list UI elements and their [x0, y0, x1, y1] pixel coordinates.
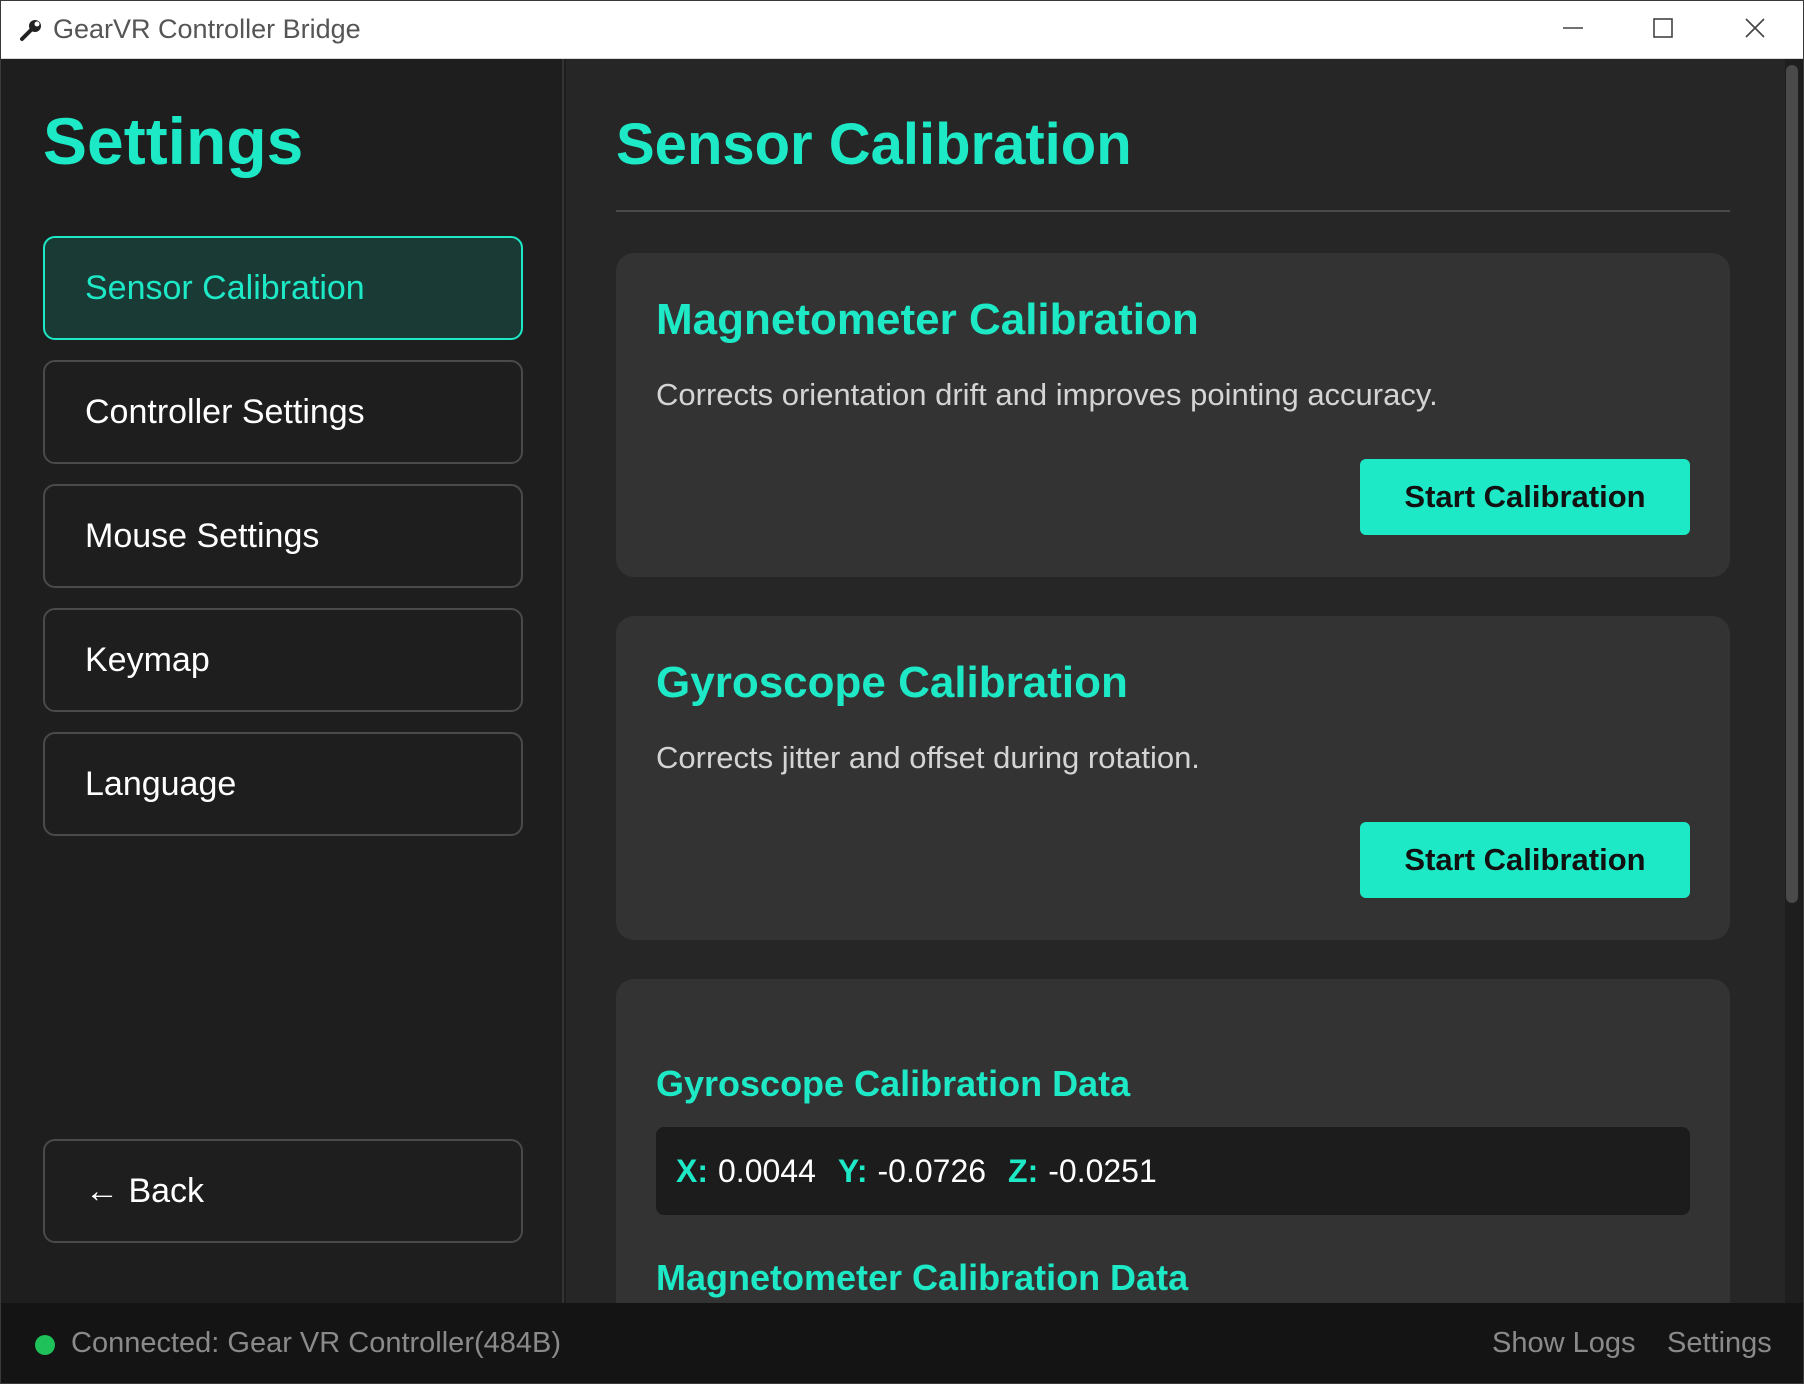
gyroscope-card: Gyroscope Calibration Corrects jitter an…	[616, 616, 1730, 940]
sidebar-item-sensor-calibration[interactable]: Sensor Calibration	[43, 236, 523, 340]
z-value: -0.0251	[1048, 1152, 1157, 1189]
sidebar-item-label: Controller Settings	[85, 392, 365, 431]
title-bar[interactable]: GearVR Controller Bridge	[1, 1, 1803, 59]
z-label: Z:	[1008, 1152, 1039, 1189]
wrench-icon	[17, 16, 45, 44]
app-window: GearVR Controller Bridge Settings Sensor…	[0, 0, 1804, 1384]
start-gyroscope-calibration-button[interactable]: Start Calibration	[1360, 822, 1690, 898]
connection-status-text: Connected: Gear VR Controller(484B)	[71, 1327, 562, 1359]
settings-link[interactable]: Settings	[1667, 1327, 1772, 1360]
main-content[interactable]: Sensor Calibration Magnetometer Calibrat…	[566, 59, 1785, 1303]
sidebar-item-keymap[interactable]: Keymap	[43, 608, 523, 712]
sidebar-item-controller-settings[interactable]: Controller Settings	[43, 360, 523, 464]
sidebar-title: Settings	[43, 104, 304, 178]
sidebar: Settings Sensor Calibration Controller S…	[1, 59, 564, 1303]
title-divider	[616, 210, 1730, 212]
sidebar-item-label: Language	[85, 764, 237, 803]
page-title: Sensor Calibration	[616, 112, 1132, 177]
scrollbar-thumb[interactable]	[1786, 65, 1798, 903]
sidebar-item-label: Sensor Calibration	[85, 268, 365, 307]
sidebar-item-label: Keymap	[85, 640, 210, 679]
x-value: 0.0044	[718, 1152, 816, 1189]
minimize-button[interactable]	[1527, 1, 1619, 59]
back-button[interactable]: ← Back	[43, 1139, 523, 1243]
back-button-label: ← Back	[85, 1171, 205, 1210]
card-description: Corrects orientation drift and improves …	[656, 377, 1438, 412]
calibration-data-card: Gyroscope Calibration Data X: 0.0044 Y: …	[616, 979, 1730, 1303]
x-label: X:	[676, 1152, 708, 1189]
y-value: -0.0726	[877, 1152, 987, 1189]
start-magnetometer-calibration-button[interactable]: Start Calibration	[1360, 459, 1690, 535]
card-title: Magnetometer Calibration	[656, 295, 1199, 344]
gyro-data-readout: X: 0.0044 Y: -0.0726 Z: -0.0251	[656, 1127, 1690, 1215]
close-icon	[1744, 17, 1766, 44]
status-bar: Connected: Gear VR Controller(484B) Show…	[1, 1303, 1803, 1383]
sidebar-item-language[interactable]: Language	[43, 732, 523, 836]
y-label: Y:	[837, 1152, 868, 1189]
gyro-data-heading: Gyroscope Calibration Data	[656, 1063, 1131, 1104]
close-button[interactable]	[1709, 1, 1801, 59]
mag-data-heading: Magnetometer Calibration Data	[656, 1257, 1189, 1298]
show-logs-link[interactable]: Show Logs	[1492, 1327, 1636, 1360]
minimize-icon	[1562, 17, 1584, 44]
sidebar-item-mouse-settings[interactable]: Mouse Settings	[43, 484, 523, 588]
card-description: Corrects jitter and offset during rotati…	[656, 740, 1200, 775]
magnetometer-card: Magnetometer Calibration Corrects orient…	[616, 253, 1730, 577]
connection-status-indicator	[35, 1335, 55, 1355]
sidebar-item-label: Mouse Settings	[85, 516, 320, 555]
maximize-icon	[1652, 17, 1674, 44]
card-title: Gyroscope Calibration	[656, 658, 1128, 707]
window-title: GearVR Controller Bridge	[53, 14, 361, 44]
maximize-button[interactable]	[1617, 1, 1709, 59]
